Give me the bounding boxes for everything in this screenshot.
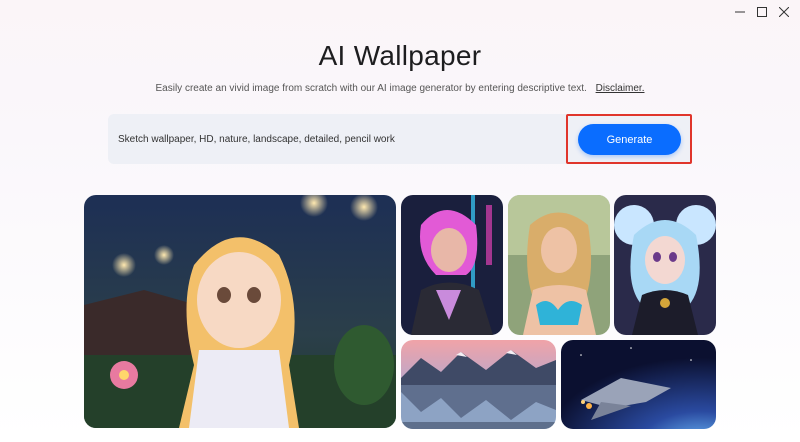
gallery-image-anime-girl-garden[interactable]: [84, 195, 396, 428]
gallery-image-blonde-woman-beach[interactable]: [508, 195, 610, 335]
gallery-image-pink-hair-woman-neon[interactable]: [401, 195, 503, 335]
blonde-woman-image: [508, 195, 610, 335]
generate-button[interactable]: Generate: [578, 124, 681, 155]
spaceship-planet-image: [561, 340, 716, 429]
title-bar: [0, 0, 800, 24]
disclaimer-link[interactable]: Disclaimer.: [596, 83, 645, 94]
minimize-icon[interactable]: [728, 3, 752, 21]
anime-girl-garden-image: [84, 195, 396, 428]
close-icon[interactable]: [772, 3, 796, 21]
prompt-input[interactable]: [118, 114, 558, 164]
page-title: AI Wallpaper: [318, 40, 482, 71]
maximize-icon[interactable]: [750, 3, 774, 21]
mountain-lake-image: [401, 340, 556, 429]
gallery-image-spaceship-planet[interactable]: [561, 340, 716, 429]
gallery-image-anime-girl-blue-hair[interactable]: [614, 195, 716, 335]
anime-girl-blue-hair-image: [614, 195, 716, 335]
gallery-image-mountain-lake[interactable]: [401, 340, 556, 429]
subtitle: Easily create an vivid image from scratc…: [0, 83, 800, 94]
pink-hair-woman-image: [401, 195, 503, 335]
subtitle-text: Easily create an vivid image from scratc…: [155, 83, 587, 94]
